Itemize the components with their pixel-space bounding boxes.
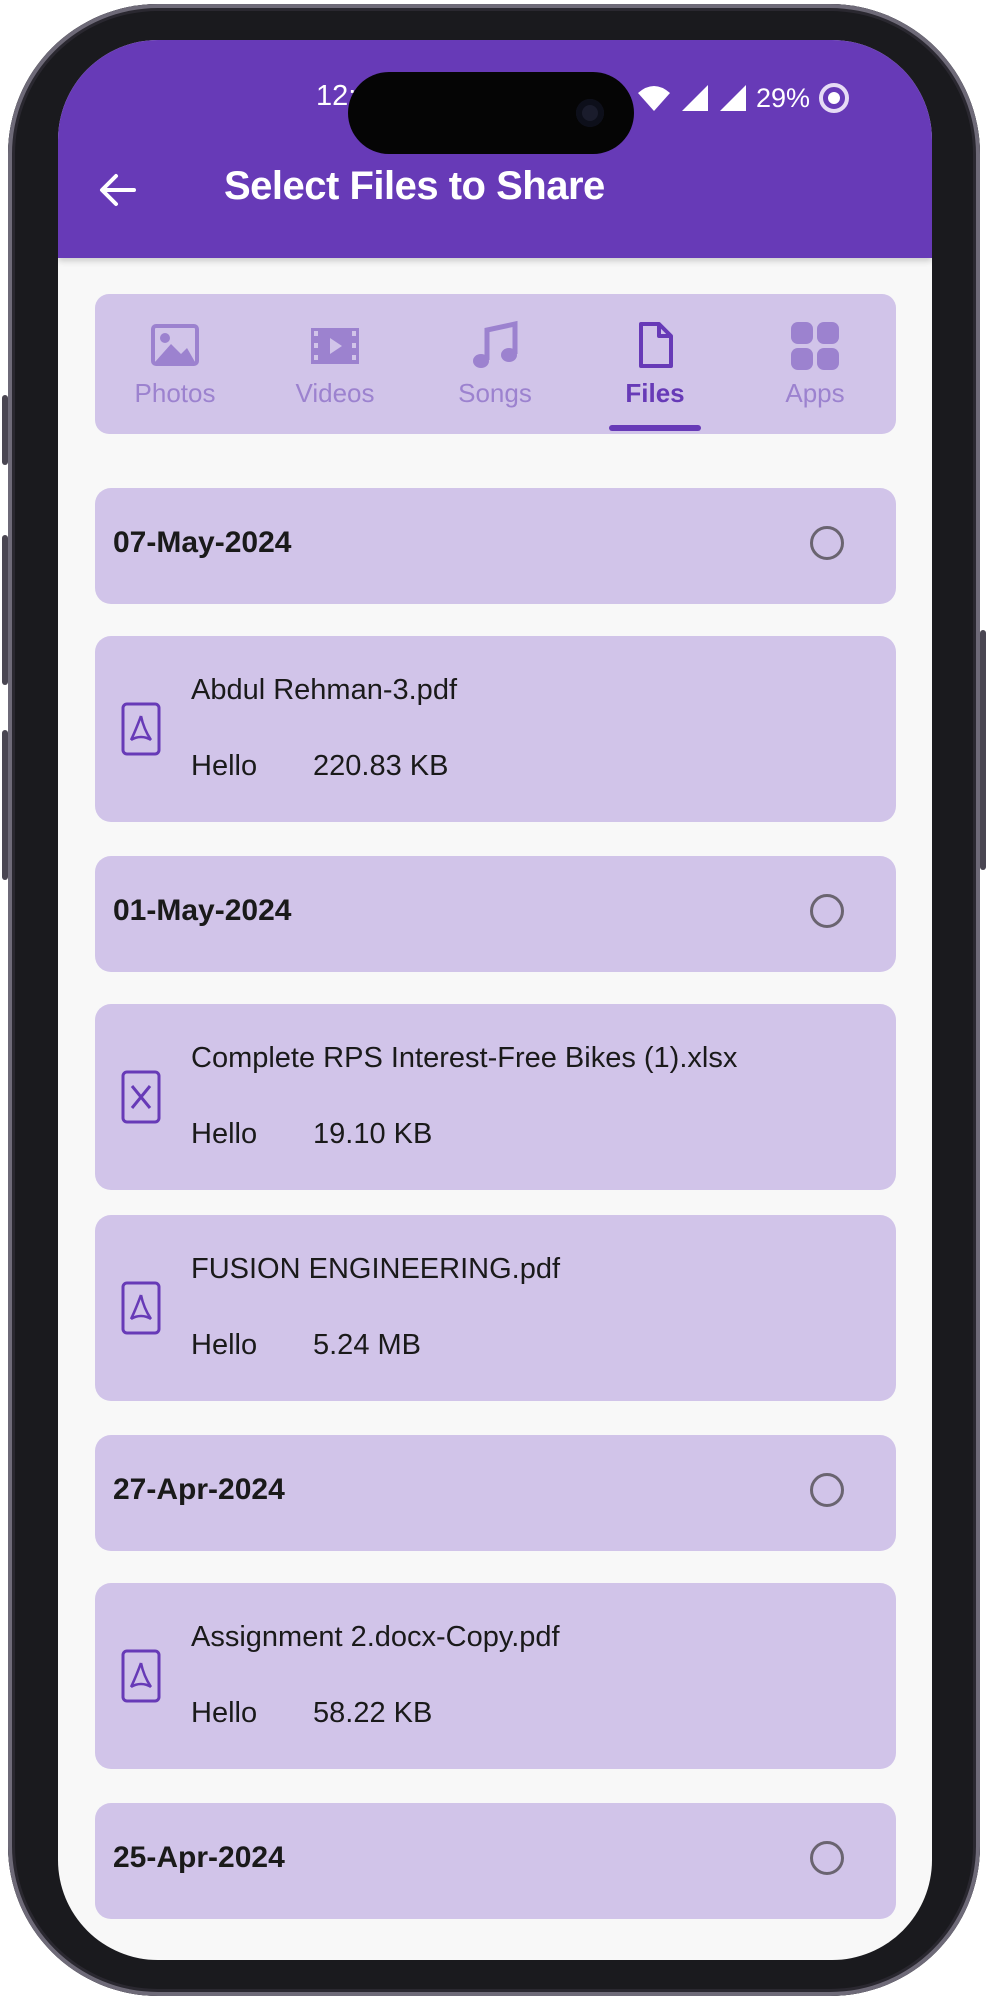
tab-label: Apps (785, 378, 845, 408)
file-name: Abdul Rehman-3.pdf (191, 674, 457, 706)
app-bar: 12: 29% Select Files to Share (58, 40, 932, 258)
date-label: 01-May-2024 (113, 894, 292, 927)
tab-videos[interactable]: Videos (255, 294, 415, 434)
pdf-file-icon (121, 1649, 161, 1703)
status-icons: 29% (636, 82, 850, 114)
tab-apps[interactable]: Apps (735, 294, 895, 434)
side-button-action (2, 395, 8, 465)
tab-files[interactable]: Files (575, 294, 735, 434)
signal-icon (682, 85, 708, 111)
file-name: FUSION ENGINEERING.pdf (191, 1253, 561, 1285)
select-date-radio[interactable] (810, 526, 844, 560)
date-header[interactable]: 27-Apr-2024 (95, 1435, 896, 1551)
file-size: 5.24 MB (313, 1329, 421, 1361)
file-size: 19.10 KB (313, 1118, 433, 1150)
tab-label: Songs (458, 378, 532, 408)
file-item[interactable]: Complete RPS Interest-Free Bikes (1).xls… (95, 1004, 896, 1190)
date-header[interactable]: 25-Apr-2024 (95, 1803, 896, 1919)
film-icon (311, 328, 359, 364)
file-size: 58.22 KB (313, 1697, 433, 1729)
battery-percent: 29% (756, 82, 811, 113)
tab-photos[interactable]: Photos (95, 294, 255, 434)
pdf-file-icon (121, 1281, 161, 1335)
side-button-volume-up (2, 535, 8, 685)
file-item[interactable]: Assignment 2.docx-Copy.pdf Hello 58.22 K… (95, 1583, 896, 1769)
select-date-radio[interactable] (810, 1473, 844, 1507)
dynamic-island (348, 72, 634, 154)
music-note-icon (473, 320, 518, 368)
file-item[interactable]: Abdul Rehman-3.pdf Hello 220.83 KB (95, 636, 896, 822)
date-label: 25-Apr-2024 (113, 1841, 285, 1874)
date-header[interactable]: 07-May-2024 (95, 488, 896, 604)
active-tab-indicator (609, 425, 701, 431)
file-size: 220.83 KB (313, 750, 449, 782)
side-button-power (980, 630, 986, 870)
side-button-volume-down (2, 730, 8, 880)
page-title: Select Files to Share (224, 164, 605, 208)
battery-saver-icon (819, 83, 850, 113)
file-name: Assignment 2.docx-Copy.pdf (191, 1621, 560, 1653)
pdf-file-icon (121, 702, 161, 756)
file-label: Hello (191, 1329, 258, 1361)
apps-grid-icon (791, 322, 839, 370)
file-label: Hello (191, 750, 258, 782)
image-icon (151, 324, 199, 366)
date-header[interactable]: 01-May-2024 (95, 856, 896, 972)
wifi-icon (638, 86, 670, 111)
excel-file-icon (121, 1070, 161, 1124)
date-label: 07-May-2024 (113, 526, 292, 559)
file-item[interactable]: FUSION ENGINEERING.pdf Hello 5.24 MB (95, 1215, 896, 1401)
file-label: Hello (191, 1697, 258, 1729)
select-date-radio[interactable] (810, 894, 844, 928)
file-icon (639, 322, 673, 368)
file-name: Complete RPS Interest-Free Bikes (1).xls… (191, 1042, 738, 1074)
tab-label: Photos (134, 378, 216, 408)
tab-songs[interactable]: Songs (415, 294, 575, 434)
back-arrow-icon[interactable] (98, 170, 138, 210)
file-label: Hello (191, 1118, 258, 1150)
tab-label: Files (625, 378, 685, 408)
select-date-radio[interactable] (810, 1841, 844, 1875)
tab-label: Videos (295, 378, 375, 408)
signal-icon (720, 85, 746, 111)
category-tabs: Photos Videos Songs Files Apps (95, 294, 896, 434)
date-label: 27-Apr-2024 (113, 1473, 285, 1506)
camera-icon (576, 99, 604, 127)
screen: 12: 29% Select Files to Share Photos Vid… (58, 40, 932, 1960)
